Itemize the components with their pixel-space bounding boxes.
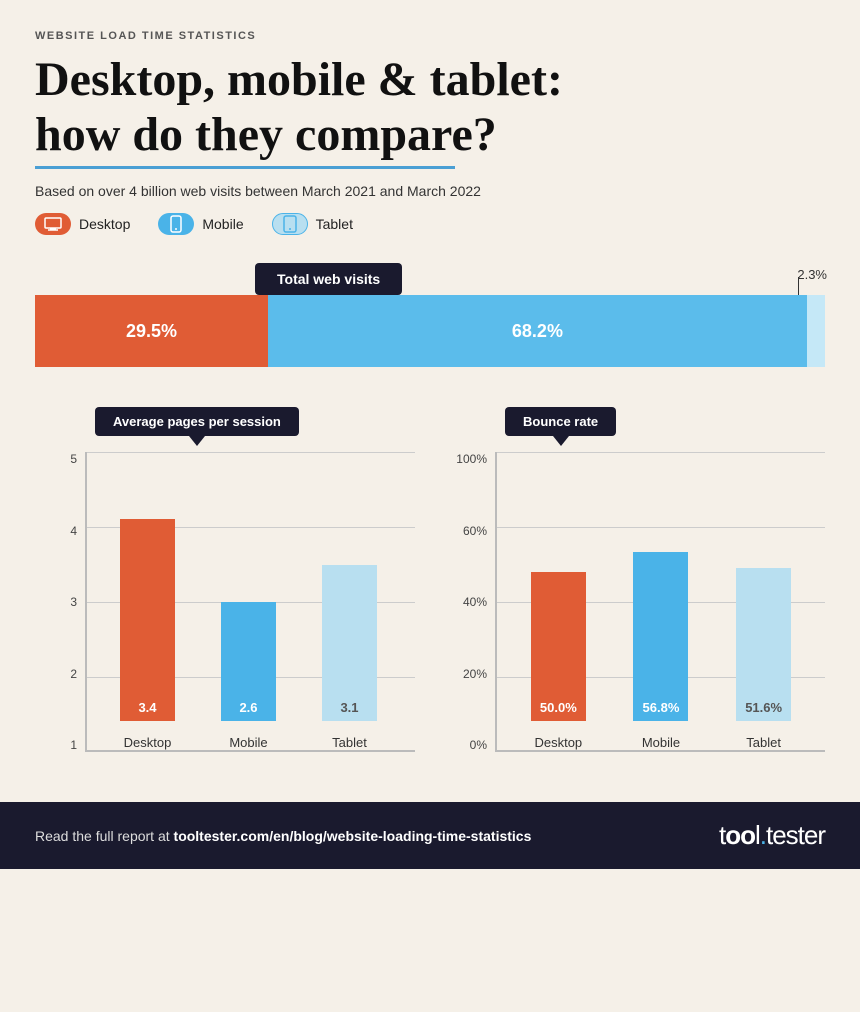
footer-logo: tool.tester bbox=[719, 820, 825, 851]
tablet-pct-label: 2.3% bbox=[797, 267, 827, 282]
footer: Read the full report at tooltester.com/e… bbox=[0, 802, 860, 869]
bounce-tablet-label: Tablet bbox=[746, 735, 781, 750]
avg-desktop-label: Desktop bbox=[124, 735, 172, 750]
tick-line bbox=[798, 277, 799, 295]
mobile-bar: 68.2% bbox=[268, 295, 807, 367]
legend-item-desktop: Desktop bbox=[35, 213, 130, 235]
avg-mobile-bar: 2.6 bbox=[221, 602, 276, 721]
footer-link[interactable]: tooltester.com/en/blog/website-loading-t… bbox=[174, 828, 532, 844]
avg-desktop-value: 3.4 bbox=[138, 700, 156, 715]
bounce-rate-tooltip: Bounce rate bbox=[505, 407, 616, 436]
avg-tablet-label: Tablet bbox=[332, 735, 367, 750]
avg-tablet-bar: 3.1 bbox=[322, 565, 377, 721]
avg-pages-tooltip: Average pages per session bbox=[95, 407, 299, 436]
avg-tablet-bar-item: 3.1 Tablet bbox=[322, 452, 377, 750]
bounce-desktop-value: 50.0% bbox=[540, 700, 577, 715]
legend: Desktop Mobile Tablet bbox=[35, 213, 825, 235]
desktop-bar: 29.5% bbox=[35, 295, 268, 367]
title-underline bbox=[35, 166, 455, 169]
avg-pages-y-axis: 5 4 3 2 1 bbox=[35, 452, 77, 752]
footer-text: Read the full report at tooltester.com/e… bbox=[35, 828, 531, 844]
mobile-icon bbox=[158, 213, 194, 235]
bounce-desktop-bar-item: 50.0% Desktop bbox=[531, 452, 586, 750]
subtitle: WEBSITE LOAD TIME STATISTICS bbox=[35, 30, 825, 42]
description: Based on over 4 billion web visits betwe… bbox=[35, 183, 825, 199]
stacked-bar-container: 2.3% 29.5% 68.2% bbox=[35, 295, 825, 367]
charts-row: Average pages per session 5 4 3 2 1 bbox=[35, 407, 825, 752]
bounce-mobile-label: Mobile bbox=[642, 735, 680, 750]
total-visits-tooltip: Total web visits bbox=[255, 263, 402, 295]
avg-mobile-value: 2.6 bbox=[239, 700, 257, 715]
stacked-bar: 29.5% 68.2% bbox=[35, 295, 825, 367]
avg-desktop-bar: 3.4 bbox=[120, 519, 175, 722]
avg-pages-chart: Average pages per session 5 4 3 2 1 bbox=[35, 407, 415, 752]
bounce-tablet-bar: 51.6% bbox=[736, 568, 791, 722]
bounce-mobile-value: 56.8% bbox=[643, 700, 680, 715]
bounce-mobile-bar: 56.8% bbox=[633, 552, 688, 721]
page-title: Desktop, mobile & tablet: how do they co… bbox=[35, 52, 825, 169]
avg-mobile-bar-item: 2.6 Mobile bbox=[221, 452, 276, 750]
bounce-rate-chart: Bounce rate 100% 60% 40% 20% 0% bbox=[445, 407, 825, 752]
bounce-tablet-bar-item: 51.6% Tablet bbox=[736, 452, 791, 750]
bounce-desktop-label: Desktop bbox=[534, 735, 582, 750]
bounce-mobile-bar-item: 56.8% Mobile bbox=[633, 452, 688, 750]
tablet-icon bbox=[272, 213, 308, 235]
avg-desktop-bar-item: 3.4 Desktop bbox=[120, 452, 175, 750]
legend-item-tablet: Tablet bbox=[272, 213, 353, 235]
bounce-tablet-value: 51.6% bbox=[745, 700, 782, 715]
desktop-icon bbox=[35, 213, 71, 235]
legend-item-mobile: Mobile bbox=[158, 213, 243, 235]
tablet-bar bbox=[807, 295, 825, 367]
total-web-visits-section: Total web visits 2.3% 29.5% 68.2% bbox=[35, 263, 825, 367]
bounce-rate-y-axis: 100% 60% 40% 20% 0% bbox=[445, 452, 493, 752]
avg-tablet-value: 3.1 bbox=[340, 700, 358, 715]
avg-mobile-label: Mobile bbox=[229, 735, 267, 750]
bounce-desktop-bar: 50.0% bbox=[531, 572, 586, 721]
